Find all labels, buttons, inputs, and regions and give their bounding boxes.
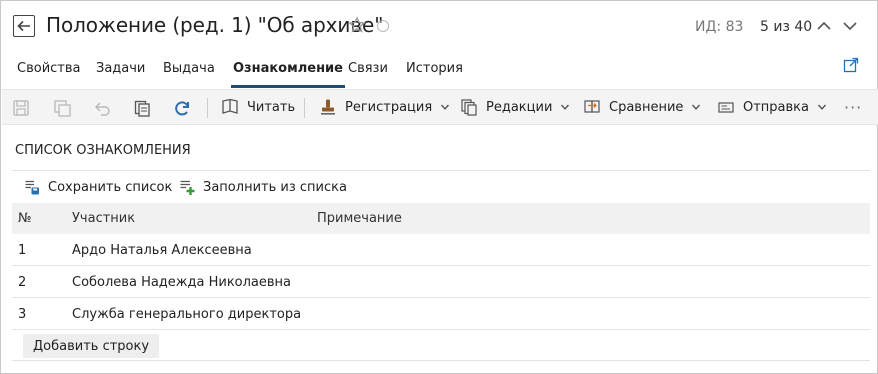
open-external-icon[interactable]: [843, 57, 859, 73]
add-from-list-icon: [180, 180, 195, 195]
row-number: 1: [18, 243, 27, 258]
table-row[interactable]: 2 Соболева Надежда Николаевна: [12, 266, 870, 298]
row-participant: Служба генерального директора: [72, 307, 302, 322]
tab-acquaintance[interactable]: Ознакомление: [231, 61, 345, 88]
save-icon[interactable]: [12, 99, 30, 117]
send-label: Отправка: [743, 99, 810, 115]
status-circle-icon[interactable]: [377, 20, 389, 32]
back-button[interactable]: [13, 15, 35, 37]
tab-links[interactable]: Связи: [348, 61, 388, 88]
column-number[interactable]: №: [18, 211, 32, 226]
editions-dropdown[interactable]: Редакции: [460, 90, 570, 124]
chevron-down-icon[interactable]: [841, 17, 859, 35]
registration-dropdown[interactable]: Регистрация: [319, 90, 450, 124]
save-list-button[interactable]: Сохранить список: [24, 177, 172, 197]
compare-dropdown[interactable]: Сравнение: [583, 90, 701, 124]
compare-icon: [584, 100, 600, 113]
send-icon: [718, 102, 734, 113]
copy-icon[interactable]: [133, 99, 151, 117]
compare-label: Сравнение: [609, 99, 684, 115]
toolbar: Читать Регистрация Редакции Сравнение От…: [2, 89, 878, 125]
toolbar-divider: [304, 98, 305, 118]
header: Положение (ред. 1) "Об архиве" ИД: 83 5 …: [1, 1, 877, 53]
chevron-down-icon: [692, 104, 701, 110]
document-id: ИД: 83: [695, 19, 744, 35]
read-button[interactable]: Читать: [221, 90, 295, 124]
divider: [12, 360, 870, 361]
pager-text: 5 из 40: [760, 19, 813, 35]
row-number: 3: [18, 307, 27, 322]
send-dropdown[interactable]: Отправка: [717, 90, 827, 124]
refresh-icon[interactable]: [173, 99, 191, 117]
save-list-label: Сохранить список: [48, 179, 173, 195]
chevron-up-icon[interactable]: [815, 17, 833, 35]
toolbar-divider: [207, 98, 208, 118]
add-row-button[interactable]: Добавить строку: [23, 334, 160, 358]
star-icon[interactable]: [348, 16, 366, 34]
document-card: Положение (ред. 1) "Об архиве" ИД: 83 5 …: [0, 0, 878, 374]
more-menu-icon[interactable]: ···: [844, 98, 862, 117]
divider: [12, 170, 870, 171]
table-row[interactable]: 3 Служба генерального директора: [12, 298, 870, 330]
row-participant: Ардо Наталья Алексеевна: [72, 243, 252, 258]
tab-issue[interactable]: Выдача: [163, 61, 215, 88]
tab-bar: Свойства Задачи Выдача Ознакомление Связ…: [1, 53, 877, 89]
fill-from-list-label: Заполнить из списка: [203, 179, 347, 195]
tab-tasks[interactable]: Задачи: [96, 61, 145, 88]
chevron-down-icon: [561, 104, 570, 110]
fill-from-list-button[interactable]: Заполнить из списка: [179, 177, 347, 197]
read-label: Читать: [247, 99, 296, 115]
arrow-left-icon: [17, 20, 30, 32]
chevron-down-icon: [818, 104, 827, 110]
section-title: СПИСОК ОЗНАКОМЛЕНИЯ: [15, 143, 191, 158]
stamp-icon: [321, 99, 335, 115]
column-participant[interactable]: Участник: [72, 211, 135, 226]
chevron-down-icon: [441, 104, 450, 110]
document-title: Положение (ред. 1) "Об архиве": [46, 13, 384, 37]
tab-history[interactable]: История: [406, 61, 463, 88]
row-participant: Соболева Надежда Николаевна: [72, 275, 292, 290]
editions-icon: [461, 99, 477, 116]
tab-properties[interactable]: Свойства: [17, 61, 81, 88]
column-note[interactable]: Примечание: [317, 211, 402, 226]
table-row[interactable]: 1 Ардо Наталья Алексеевна: [12, 234, 870, 266]
undo-icon[interactable]: [93, 99, 111, 117]
book-icon: [222, 98, 238, 114]
save-as-icon[interactable]: [53, 99, 71, 117]
save-list-icon: [25, 180, 39, 195]
registration-label: Регистрация: [345, 99, 433, 115]
row-number: 2: [18, 275, 27, 290]
editions-label: Редакции: [486, 99, 553, 115]
table-header: № Участник Примечание: [12, 203, 870, 234]
